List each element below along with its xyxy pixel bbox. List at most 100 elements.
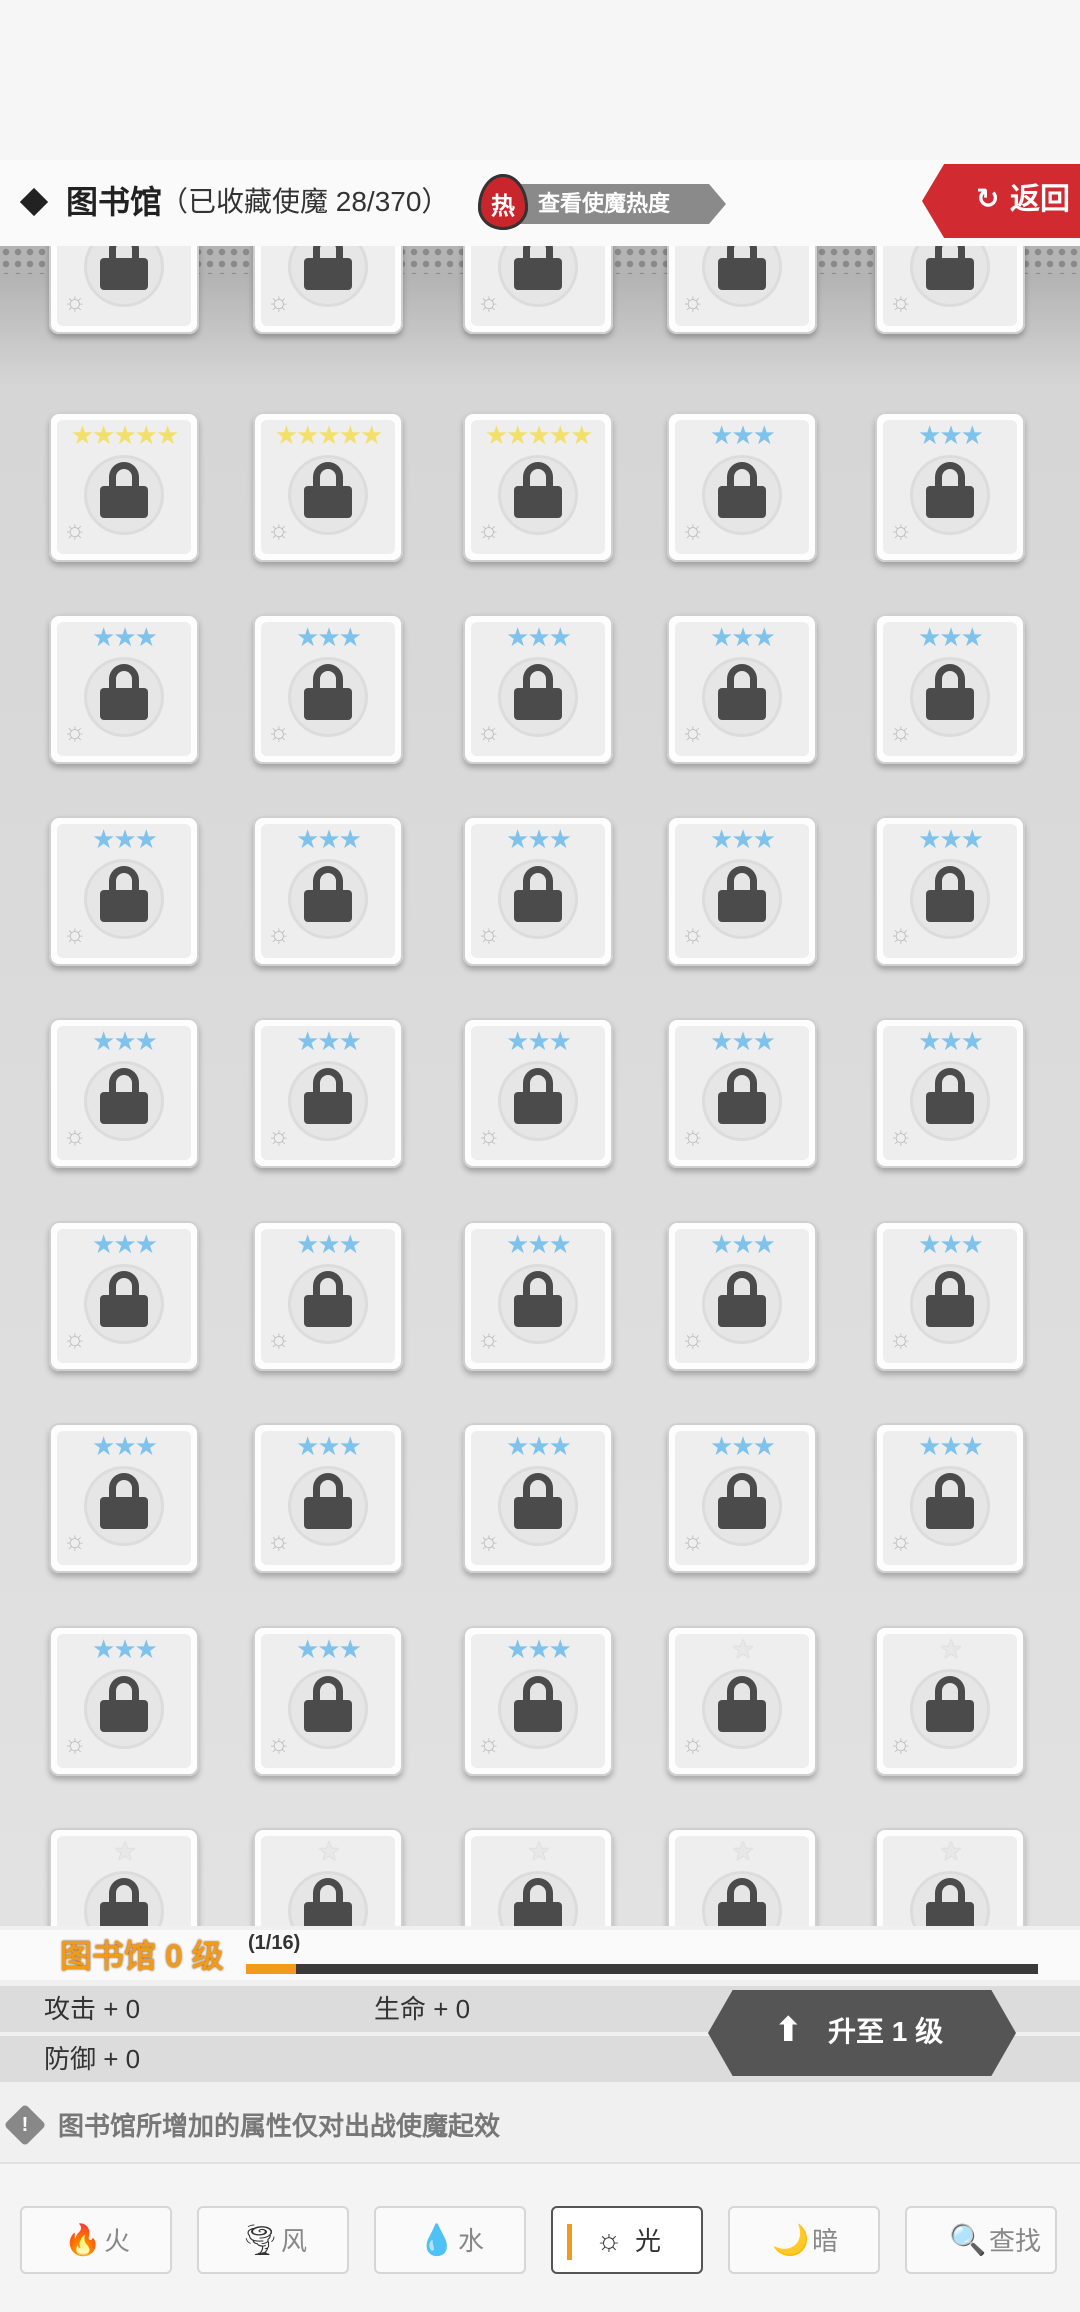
familiar-card[interactable]: ★★★ ☼	[875, 816, 1025, 966]
familiar-card[interactable]: ★★★ ☼	[463, 1221, 613, 1371]
familiar-card[interactable]: ☼	[875, 246, 1025, 334]
level-bar: 图书馆 0 级 (1/16)	[0, 1930, 1080, 1980]
familiar-card[interactable]: ★★★★★ ☼	[463, 412, 613, 562]
familiar-card[interactable]: ☼	[463, 246, 613, 334]
light-element-icon: ☼	[267, 1728, 291, 1758]
tab-fire[interactable]: 🔥 火	[20, 2206, 172, 2274]
familiar-card[interactable]: ★★★ ☼	[49, 816, 199, 966]
familiar-card[interactable]: ★★★ ☼	[463, 1423, 613, 1573]
familiar-card[interactable]: ★★★ ☼	[253, 614, 403, 764]
light-element-icon: ☼	[63, 514, 87, 544]
familiar-card[interactable]: ★☼	[875, 1828, 1025, 1926]
tab-wind[interactable]: 🌪 风	[197, 2206, 349, 2274]
familiar-card[interactable]: ★★★ ☼	[875, 1018, 1025, 1168]
rarity-stars: ★★★	[918, 1431, 984, 1461]
library-level-panel: 图书馆 0 级 (1/16) 攻击 + 0 生命 + 0 防御 + 0 ⬆ 升至…	[0, 1926, 1080, 2162]
familiar-card[interactable]: ★★★ ☼	[667, 1423, 817, 1573]
tab-label: 光	[635, 2226, 662, 2256]
familiar-card[interactable]: ★★★ ☼	[253, 816, 403, 966]
light-element-icon: ☼	[477, 918, 501, 948]
lock-icon	[100, 1878, 148, 1926]
rarity-stars: ★	[939, 1634, 962, 1664]
tab-water[interactable]: 💧 水	[374, 2206, 526, 2274]
familiar-card[interactable]: ★★★ ☼	[875, 1423, 1025, 1573]
familiar-card[interactable]: ★★★ ☼	[875, 412, 1025, 562]
familiar-card[interactable]: ☼	[667, 246, 817, 334]
familiar-card[interactable]: ★★★ ☼	[667, 1221, 817, 1371]
upgrade-button[interactable]: ⬆ 升至 1 级	[708, 1990, 1016, 2076]
light-element-icon: ☼	[681, 286, 705, 316]
familiar-card[interactable]: ★★★ ☼	[463, 816, 613, 966]
familiar-card[interactable]: ★☼	[875, 1626, 1025, 1776]
lock-icon	[718, 1676, 766, 1732]
light-element-icon: ☼	[267, 1323, 291, 1353]
familiar-card[interactable]: ★★★ ☼	[49, 1221, 199, 1371]
lock-icon	[100, 1473, 148, 1529]
lock-icon	[926, 1271, 974, 1327]
familiar-card[interactable]: ★★★ ☼	[667, 1018, 817, 1168]
lock-icon	[100, 1068, 148, 1124]
familiar-card[interactable]: ★★★ ☼	[875, 1221, 1025, 1371]
lock-icon	[304, 462, 352, 518]
level-progress-fill	[246, 1964, 296, 1974]
familiar-card[interactable]: ★★★ ☼	[253, 1626, 403, 1776]
familiar-grid[interactable]: ☼ ☼ ☼ ☼ ☼ ★★★★★ ☼ ★★★★★ ☼ ★★★★★ ☼ ★★★ ☼ ★★★ ☼ ★★★ ☼ ★★★ ☼ ★…	[0, 246, 1080, 1926]
light-element-icon: ☼	[477, 286, 501, 316]
familiar-card[interactable]: ☼	[49, 246, 199, 334]
rarity-stars: ★	[731, 1836, 754, 1866]
familiar-card[interactable]: ★★★ ☼	[49, 614, 199, 764]
fire-drop-icon: 热	[478, 174, 528, 230]
familiar-card[interactable]: ★★★ ☼	[463, 1626, 613, 1776]
familiar-card[interactable]: ★★★ ☼	[253, 1423, 403, 1573]
effect-note: ! 图书馆所增加的属性仅对出战使魔起效	[0, 2098, 1080, 2154]
tab-search[interactable]: 🔍 查找	[905, 2206, 1057, 2274]
light-element-icon: ☼	[63, 1728, 87, 1758]
tab-dark[interactable]: 🌙 暗	[728, 2206, 880, 2274]
rarity-stars: ★★★	[92, 622, 158, 652]
familiar-card[interactable]: ★★★★★ ☼	[253, 412, 403, 562]
light-element-icon: ☼	[267, 286, 291, 316]
light-element-icon: ☼	[681, 514, 705, 544]
familiar-card[interactable]: ★★★ ☼	[667, 614, 817, 764]
familiar-card[interactable]: ★★★ ☼	[49, 1423, 199, 1573]
light-element-icon: ☼	[267, 1120, 291, 1150]
tab-label: 火	[104, 2226, 131, 2256]
lock-icon	[718, 1068, 766, 1124]
familiar-card[interactable]: ★☼	[49, 1828, 199, 1926]
lock-icon	[100, 462, 148, 518]
lock-icon	[304, 246, 352, 290]
lock-icon	[514, 866, 562, 922]
familiar-card[interactable]: ★★★★★ ☼	[49, 412, 199, 562]
familiar-card[interactable]: ★★★ ☼	[49, 1626, 199, 1776]
active-tab-indicator	[567, 2224, 572, 2260]
familiar-card[interactable]: ★☼	[463, 1828, 613, 1926]
familiar-card[interactable]: ★☼	[667, 1626, 817, 1776]
light-element-icon: ☼	[267, 918, 291, 948]
familiar-card[interactable]: ★★★ ☼	[667, 816, 817, 966]
tab-light[interactable]: ☼ 光	[551, 2206, 703, 2274]
light-element-icon: ☼	[681, 1728, 705, 1758]
rarity-stars: ★	[731, 1634, 754, 1664]
view-heat-button[interactable]: 查看使魔热度 热	[478, 166, 728, 238]
back-button[interactable]: ↻ 返回	[922, 164, 1080, 238]
light-element-icon: ☼	[477, 1728, 501, 1758]
familiar-card[interactable]: ★☼	[667, 1828, 817, 1926]
note-text: 图书馆所增加的属性仅对出战使魔起效	[58, 2111, 501, 2141]
rarity-stars: ★★★	[506, 1431, 572, 1461]
familiar-card[interactable]: ★☼	[253, 1828, 403, 1926]
familiar-card[interactable]: ★★★ ☼	[463, 1018, 613, 1168]
rarity-stars: ★★★	[506, 824, 572, 854]
familiar-card[interactable]: ★★★ ☼	[875, 614, 1025, 764]
familiar-card[interactable]: ★★★ ☼	[463, 614, 613, 764]
light-element-icon: ☼	[63, 1323, 87, 1353]
level-count: (1/16)	[248, 1932, 301, 1954]
familiar-card[interactable]: ☼	[253, 246, 403, 334]
rarity-stars: ★★★	[92, 1634, 158, 1664]
rarity-stars: ★★★	[710, 1229, 776, 1259]
familiar-card[interactable]: ★★★ ☼	[49, 1018, 199, 1168]
familiar-card[interactable]: ★★★ ☼	[253, 1018, 403, 1168]
lock-icon	[304, 1878, 352, 1926]
familiar-card[interactable]: ★★★ ☼	[253, 1221, 403, 1371]
light-element-icon: ☼	[477, 1525, 501, 1555]
familiar-card[interactable]: ★★★ ☼	[667, 412, 817, 562]
